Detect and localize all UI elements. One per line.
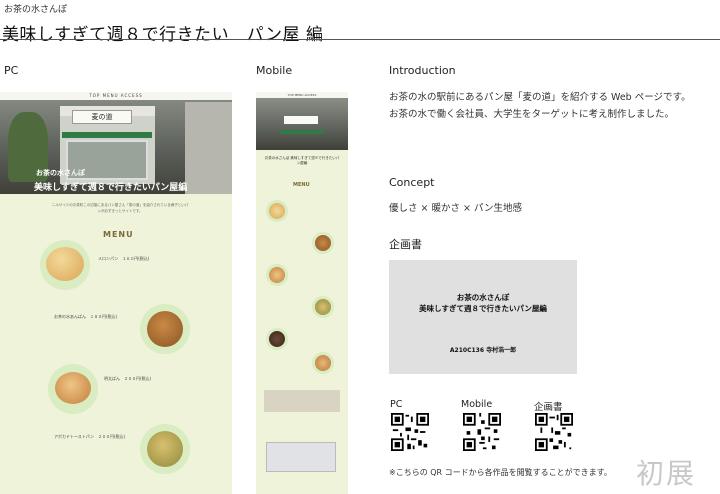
site-label: お茶の水さんぽ: [4, 5, 68, 15]
pc-section-label: PC: [4, 64, 19, 77]
menu-item-name: 明太ぱん ２００円(税込): [104, 376, 152, 381]
chocolate-bread-image: [269, 331, 285, 347]
plan-title: お茶の水さんぽ 美味しすぎて週８で行きたいパン屋編: [389, 292, 577, 314]
title-divider: [0, 39, 720, 40]
shop-awning: [62, 132, 152, 138]
anpan-image: [315, 235, 331, 251]
mentai-bread-image: [269, 267, 285, 283]
plan-title-line-1: お茶の水さんぽ: [456, 293, 510, 302]
shop-awning: [280, 130, 324, 134]
pc-site-preview[interactable]: 麦の道 お茶の水さんぽ 美味しすぎて週８で行きたいパン屋編 TOP MENU A…: [0, 92, 232, 494]
building-right: [185, 102, 232, 194]
bread-image: [315, 355, 331, 371]
plan-author: A210C136 寺村浩一郎: [449, 347, 517, 354]
mobile-menu-heading: MENU: [293, 182, 310, 188]
pc-menu-heading: MENU: [103, 230, 134, 239]
mobile-nav-bar[interactable]: TOP MENU ACCESS: [256, 92, 348, 98]
mobile-section-label: Mobile: [256, 64, 293, 77]
qr-label-plan: 企画書: [534, 402, 563, 413]
logo-watermark: 初展: [636, 457, 697, 490]
introduction-line-1: お茶の水の駅前にあるパン屋「麦の道」を紹介する Web ページです。: [389, 92, 691, 103]
pc-hero-title: 美味しすぎて週８で行きたいパン屋編: [34, 183, 188, 193]
melonpan-image: [46, 247, 84, 281]
melonpan-image: [269, 203, 285, 219]
concept-text: 優しさ × 暖かさ × パン生地感: [389, 203, 522, 214]
concept-heading: Concept: [389, 176, 435, 189]
introduction-heading: Introduction: [389, 64, 456, 77]
avocado-toast-image: [147, 431, 183, 467]
shop-sign: [284, 116, 318, 124]
qr-code-plan[interactable]: [535, 413, 573, 451]
mobile-site-preview[interactable]: TOP MENU ACCESS お茶の水さんぽ 美味しすぎて週８で行きたいパン屋…: [256, 92, 348, 494]
plan-heading: 企画書: [389, 238, 422, 251]
introduction-line-2: お茶の水で働く会社員、大学生をターゲットに考え制作しました。: [389, 109, 675, 120]
plan-document-thumbnail[interactable]: お茶の水さんぽ 美味しすぎて週８で行きたいパン屋編 A210C136 寺村浩一郎: [389, 260, 577, 374]
shop-interior-photo: [264, 390, 340, 412]
pc-nav-bar[interactable]: TOP MENU ACCESS: [0, 92, 232, 100]
anpan-image: [147, 311, 183, 347]
qr-code-mobile[interactable]: [463, 413, 501, 451]
menu-item-name: アボカドトーストパン ２００円(税込): [54, 434, 126, 439]
mentai-bread-image: [55, 372, 91, 404]
page-title: 美味しすぎて週８で行きたい パン屋 編: [2, 25, 324, 45]
pc-intro-text: ニルサイドのお茶町この辺接にあるパン屋さん「麦の道」を紹介されている様子といパン…: [51, 203, 189, 213]
plan-title-line-2: 美味しすぎて週８で行きたいパン屋編: [419, 304, 547, 313]
qr-code-pc[interactable]: [391, 413, 429, 451]
menu-item-name: メロンパン １６０円(税込): [98, 256, 150, 261]
qr-label-pc: PC: [390, 399, 403, 410]
shop-sign: 麦の道: [72, 110, 132, 124]
mobile-hero-photo: [256, 98, 348, 150]
qr-label-mobile: Mobile: [461, 399, 493, 410]
pc-hero-subtitle: お茶の水さんぽ: [36, 169, 85, 177]
mobile-hero-title: お茶の水さんぽ 美味しすぎて週８で行きたいパン屋編: [264, 156, 340, 165]
qr-note: ※こちらの QR コードから各作品を閲覧することができます。: [389, 468, 612, 477]
access-map[interactable]: [266, 442, 336, 472]
pc-hero-photo: 麦の道 お茶の水さんぽ 美味しすぎて週８で行きたいパン屋編: [0, 92, 232, 194]
menu-item-name: お茶の水あんぱん １８０円(税込): [54, 314, 118, 319]
avocado-toast-image: [315, 299, 331, 315]
